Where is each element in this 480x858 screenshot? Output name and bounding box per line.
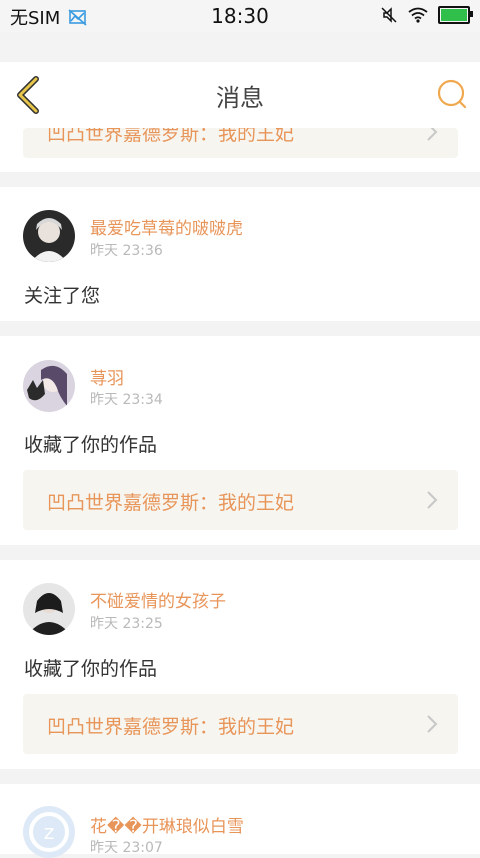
action-text: 收藏了你的作品: [24, 658, 158, 680]
username[interactable]: 花��开琳琅似白雪: [90, 812, 244, 837]
work-title: 凹凸世界嘉德罗斯：我的王妃: [47, 492, 295, 514]
username[interactable]: 荨羽: [90, 364, 124, 389]
avatar[interactable]: [23, 583, 75, 635]
work-title: 凹凸世界嘉德罗斯：我的王妃: [47, 716, 295, 738]
username[interactable]: 不碰爱情的女孩子: [90, 587, 226, 612]
status-bar: 无SIM 18:30: [0, 0, 480, 32]
svg-text:z: z: [44, 820, 55, 844]
avatar[interactable]: [23, 360, 75, 412]
timestamp: 昨天 23:36: [90, 243, 163, 259]
chevron-right-icon: [427, 128, 438, 141]
wifi-icon: [408, 7, 428, 23]
chevron-right-icon: [427, 715, 438, 733]
mute-icon: [381, 7, 397, 23]
action-text: 关注了您: [24, 285, 101, 307]
username[interactable]: 最爱吃草莓的啵啵虎: [90, 214, 243, 239]
timestamp: 昨天 23:34: [90, 392, 163, 408]
avatar[interactable]: [23, 210, 75, 262]
work-title: 凹凸世界嘉德罗斯：我的王妃: [47, 128, 295, 145]
list-item: 荨羽 昨天 23:34 收藏了你的作品 凹凸世界嘉德罗斯：我的王妃: [0, 336, 480, 545]
page-title: 消息: [216, 84, 264, 112]
avatar[interactable]: z: [23, 806, 75, 858]
list-item: 不碰爱情的女孩子 昨天 23:25 收藏了你的作品 凹凸世界嘉德罗斯：我的王妃: [0, 560, 480, 769]
list-item: z 花��开琳琅似白雪 昨天 23:07: [0, 784, 480, 858]
action-text: 收藏了你的作品: [24, 434, 158, 456]
chevron-right-icon: [427, 491, 438, 509]
status-right: [380, 6, 473, 24]
list-item: 最爱吃草莓的啵啵虎 昨天 23:36 关注了您: [0, 187, 480, 321]
work-link[interactable]: 凹凸世界嘉德罗斯：我的王妃: [23, 128, 458, 158]
nav-bar: 消息: [0, 62, 480, 129]
battery-icon: [438, 6, 473, 24]
work-link[interactable]: 凹凸世界嘉德罗斯：我的王妃: [23, 470, 458, 530]
timestamp: 昨天 23:07: [90, 840, 163, 856]
search-icon[interactable]: [436, 78, 468, 110]
timestamp: 昨天 23:25: [90, 616, 163, 632]
work-link[interactable]: 凹凸世界嘉德罗斯：我的王妃: [23, 694, 458, 754]
list-item: 凹凸世界嘉德罗斯：我的王妃: [0, 128, 480, 172]
